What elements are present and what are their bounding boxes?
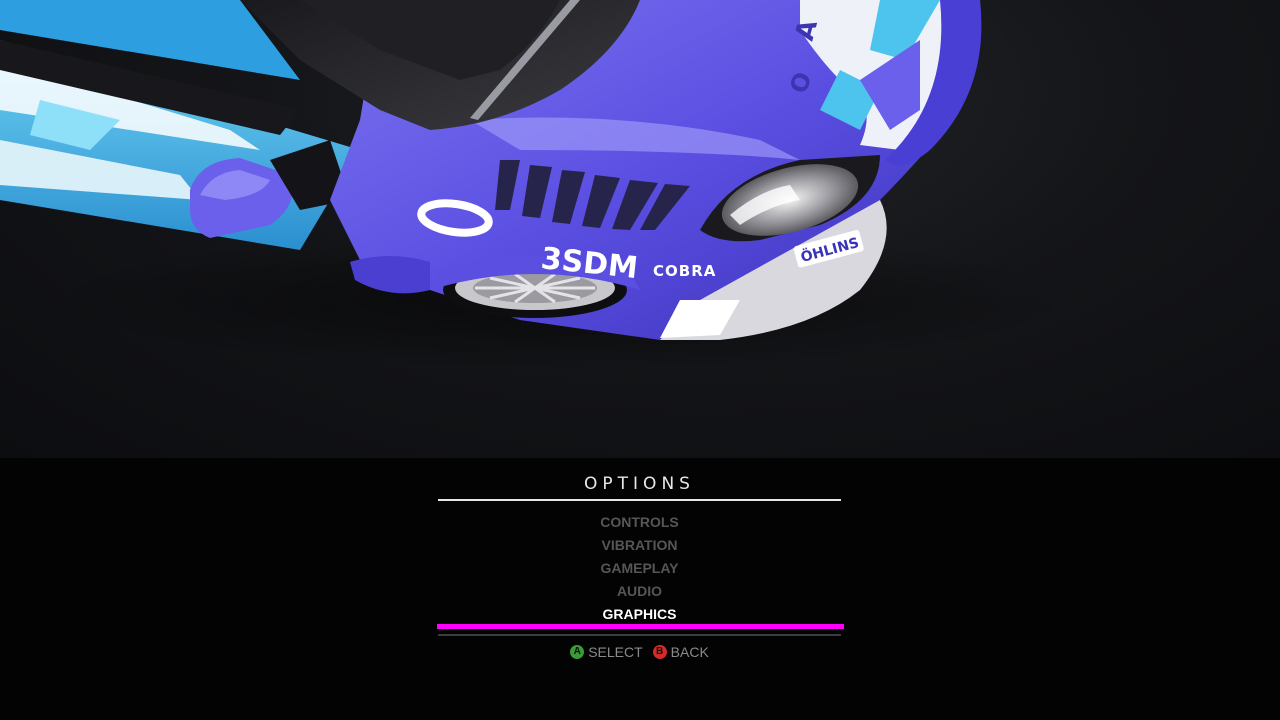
car-showcase-scene: A O 3SDM COBRA ÖHLINS	[0, 0, 1280, 458]
game-screen: A O 3SDM COBRA ÖHLINS OPTIONS CONTROLS V…	[0, 0, 1280, 720]
menu-title: OPTIONS	[584, 474, 695, 494]
button-prompts: A SELECT B BACK	[438, 644, 841, 660]
select-prompt[interactable]: A SELECT	[570, 644, 643, 660]
title-divider	[438, 499, 841, 501]
menu-item-audio[interactable]: AUDIO	[438, 582, 841, 605]
bottom-divider	[438, 634, 841, 636]
menu-item-vibration[interactable]: VIBRATION	[438, 536, 841, 559]
menu-item-controls[interactable]: CONTROLS	[438, 513, 841, 536]
back-prompt[interactable]: B BACK	[652, 644, 709, 660]
options-menu: OPTIONS CONTROLS VIBRATION GAMEPLAY AUDI…	[0, 458, 1280, 720]
select-label: SELECT	[588, 644, 643, 660]
a-button-icon: A	[570, 645, 585, 659]
menu-item-gameplay[interactable]: GAMEPLAY	[438, 559, 841, 582]
race-car-render: A O 3SDM COBRA ÖHLINS	[0, 0, 1080, 370]
livery-cobra: COBRA	[653, 262, 716, 280]
options-list: CONTROLS VIBRATION GAMEPLAY AUDIO GRAPHI…	[437, 513, 844, 629]
back-label: BACK	[670, 644, 709, 660]
menu-item-graphics[interactable]: GRAPHICS	[437, 605, 844, 629]
b-button-icon: B	[652, 645, 667, 659]
